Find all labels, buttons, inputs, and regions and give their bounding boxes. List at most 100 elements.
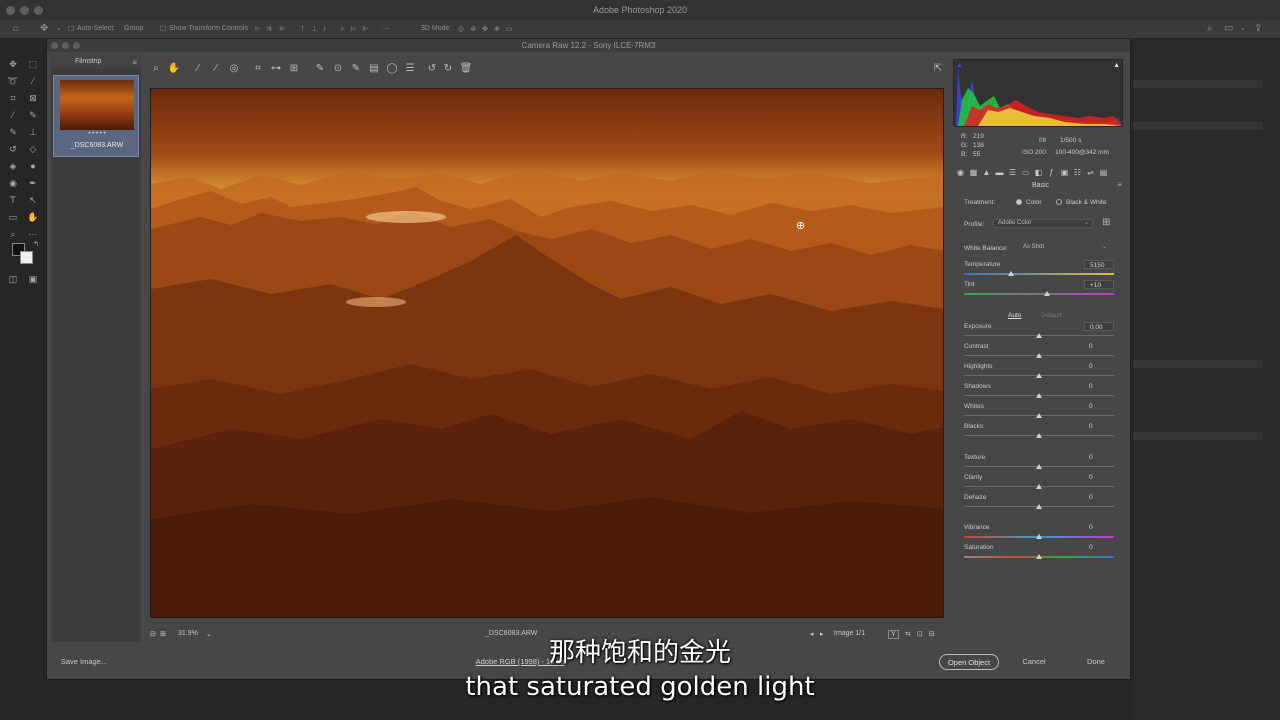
- auto-select-mode-dropdown[interactable]: Group: [124, 25, 143, 32]
- path-select-icon[interactable]: ↖: [27, 194, 39, 206]
- search-icon[interactable]: ⌕: [1207, 23, 1213, 34]
- workspace-chevron-icon[interactable]: ⌄: [1240, 24, 1246, 32]
- presets-list-tab-icon[interactable]: ▤: [1098, 167, 1109, 179]
- lasso-tool-icon[interactable]: ➰: [7, 75, 19, 87]
- next-image-icon[interactable]: ▸: [820, 630, 824, 638]
- slider-thumb[interactable]: [1036, 413, 1042, 418]
- highlight-clipping-icon[interactable]: ▲: [1113, 62, 1120, 69]
- home-icon[interactable]: ⌂: [13, 23, 19, 34]
- slider-thumb[interactable]: [1036, 534, 1042, 539]
- zoom-in-icon[interactable]: ⊞: [160, 630, 166, 638]
- marquee-tool-icon[interactable]: ⬚: [27, 58, 39, 70]
- slider-value-input[interactable]: 0: [1084, 362, 1114, 371]
- transform-tab-icon[interactable]: ◧: [1033, 167, 1044, 179]
- slider-value-input[interactable]: 0: [1084, 473, 1114, 482]
- move-tool-icon[interactable]: ✥: [7, 58, 19, 70]
- zoom-level-dropdown[interactable]: 31.9%: [178, 630, 198, 637]
- minimize-window-button[interactable]: [20, 6, 29, 15]
- slider-value-input[interactable]: 0: [1084, 523, 1114, 532]
- panel-menu-icon[interactable]: ≡: [1117, 180, 1122, 189]
- brush-tool-icon[interactable]: ✎: [7, 126, 19, 138]
- white-balance-tool-icon[interactable]: ⁄: [191, 61, 205, 77]
- slider-thumb[interactable]: [1036, 353, 1042, 358]
- pen-tool-icon[interactable]: ✒: [27, 177, 39, 189]
- dialog-minimize-button[interactable]: [62, 42, 69, 49]
- slider-value-input[interactable]: 0: [1084, 422, 1114, 431]
- hand-tool-icon[interactable]: ✋: [167, 61, 181, 77]
- basic-tab-icon[interactable]: ◉: [955, 167, 966, 179]
- red-eye-icon[interactable]: ⊙: [331, 61, 345, 77]
- healing-tool-icon[interactable]: ✎: [27, 109, 39, 121]
- slider-thumb[interactable]: [1036, 484, 1042, 489]
- white-balance-dropdown[interactable]: As Shot ⌄: [1018, 243, 1111, 252]
- slider-track[interactable]: [964, 273, 1114, 275]
- eyedropper-tool-icon[interactable]: ⁄: [7, 109, 19, 121]
- quick-select-tool-icon[interactable]: ⁄: [27, 75, 39, 87]
- auto-select-checkbox[interactable]: ☐: [68, 25, 74, 33]
- slider-value-input[interactable]: 0: [1084, 402, 1114, 411]
- slider-thumb[interactable]: [1036, 393, 1042, 398]
- split-toning-tab-icon[interactable]: ☰: [1007, 167, 1018, 179]
- snapshots-tab-icon[interactable]: ⇌: [1085, 167, 1096, 179]
- effects-tab-icon[interactable]: ƒ: [1046, 167, 1057, 179]
- workspace-icon[interactable]: ▭: [1224, 23, 1233, 34]
- cancel-button[interactable]: Cancel: [1007, 654, 1061, 670]
- background-color-swatch[interactable]: [20, 251, 33, 264]
- dialog-close-button[interactable]: [51, 42, 58, 49]
- type-tool-icon[interactable]: T: [7, 194, 19, 206]
- crop-tool-icon[interactable]: ⌗: [7, 92, 19, 104]
- treatment-bw-radio[interactable]: [1056, 199, 1062, 205]
- rating-stars[interactable]: • • • • •: [54, 131, 140, 137]
- profile-dropdown[interactable]: Adobe Color ⌄: [993, 219, 1093, 228]
- slider-value-input[interactable]: 0: [1084, 342, 1114, 351]
- save-image-button[interactable]: Save Image...: [55, 654, 113, 670]
- adjustment-brush-icon[interactable]: ✎: [349, 61, 363, 77]
- frame-tool-icon[interactable]: ⊠: [27, 92, 39, 104]
- hsl-tab-icon[interactable]: ▬: [994, 167, 1005, 179]
- slider-thumb[interactable]: [1036, 433, 1042, 438]
- filmstrip-thumbnail-item[interactable]: • • • • • _DSC6083.ARW: [53, 75, 139, 157]
- presets-tab-icon[interactable]: ☷: [1072, 167, 1083, 179]
- profile-browser-icon[interactable]: ⊞: [1102, 217, 1110, 228]
- zoom-out-icon[interactable]: ⊟: [150, 630, 156, 638]
- open-object-button[interactable]: Open Object: [939, 654, 999, 670]
- slider-thumb[interactable]: [1036, 504, 1042, 509]
- transform-checkbox[interactable]: ☐: [160, 25, 166, 33]
- default-button[interactable]: Default: [1041, 312, 1062, 319]
- slider-thumb[interactable]: [1036, 554, 1042, 559]
- treatment-color-radio[interactable]: [1016, 199, 1022, 205]
- slider-thumb[interactable]: [1036, 464, 1042, 469]
- trash-icon[interactable]: 🗑: [459, 61, 473, 77]
- zoom-chevron-icon[interactable]: ⌄: [206, 630, 212, 638]
- slider-value-input[interactable]: 0: [1084, 543, 1114, 552]
- crop-tool-icon[interactable]: ⌗: [251, 61, 265, 77]
- history-brush-icon[interactable]: ↺: [7, 143, 19, 155]
- slider-value-input[interactable]: 5150: [1084, 260, 1114, 269]
- shadow-clipping-icon[interactable]: ▲: [956, 62, 963, 69]
- previous-image-icon[interactable]: ◂: [810, 630, 814, 638]
- slider-value-input[interactable]: +10: [1084, 280, 1114, 289]
- color-sampler-icon[interactable]: ⁄: [209, 61, 223, 77]
- zoom-window-button[interactable]: [34, 6, 43, 15]
- quick-mask-icon[interactable]: ◫: [7, 273, 19, 285]
- stamp-tool-icon[interactable]: ⊥: [27, 126, 39, 138]
- slider-thumb[interactable]: [1007, 271, 1014, 276]
- align-icons[interactable]: ⊩⊪⊫ ⊤⊥⊦ ⊧⊨⊩ ⋯: [255, 25, 396, 33]
- close-window-button[interactable]: [6, 6, 15, 15]
- move-tool-icon[interactable]: ✥: [40, 23, 48, 34]
- slider-value-input[interactable]: 0: [1084, 382, 1114, 391]
- spot-removal-icon[interactable]: ✎: [313, 61, 327, 77]
- lens-tab-icon[interactable]: ▭: [1020, 167, 1031, 179]
- rotate-ccw-icon[interactable]: ↺: [425, 61, 439, 77]
- dialog-zoom-button[interactable]: [73, 42, 80, 49]
- straighten-tool-icon[interactable]: ⊶: [269, 61, 283, 77]
- slider-thumb[interactable]: [1043, 291, 1050, 296]
- image-preview[interactable]: ⊕: [150, 88, 944, 618]
- slider-thumb[interactable]: [1036, 333, 1042, 338]
- detail-tab-icon[interactable]: ▲: [981, 167, 992, 179]
- filmstrip-menu-icon[interactable]: ≡: [132, 56, 137, 70]
- preferences-icon[interactable]: ☰: [403, 61, 417, 77]
- zoom-tool-icon[interactable]: ⌕: [149, 61, 163, 77]
- zoom-tool-icon[interactable]: ⌕: [7, 228, 19, 240]
- shape-tool-icon[interactable]: ▭: [7, 211, 19, 223]
